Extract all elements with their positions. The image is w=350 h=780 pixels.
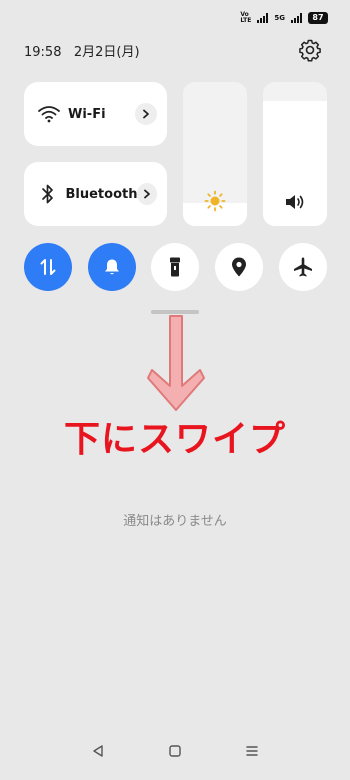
5g-indicator: 5G (274, 14, 285, 22)
date-text: 2月2日(月) (73, 44, 140, 60)
bluetooth-tile[interactable]: Bluetooth (24, 162, 167, 226)
recents-button[interactable] (242, 741, 262, 761)
settings-button[interactable] (298, 38, 322, 62)
bluetooth-label: Bluetooth (65, 186, 138, 202)
clock: 19:58 2月2日(月) (24, 41, 140, 60)
navigation-bar (0, 736, 350, 766)
lte-text: LTE (240, 17, 252, 24)
status-bar: Vo LTE 5G 87 (240, 12, 328, 24)
bell-icon (105, 259, 119, 275)
gear-icon (299, 39, 321, 62)
volume-icon (263, 192, 327, 212)
header-row: 19:58 2月2日(月) (24, 38, 322, 62)
back-icon (93, 745, 104, 757)
bluetooth-icon (38, 183, 58, 205)
wifi-expand-button[interactable] (135, 103, 157, 125)
swipe-down-annotation: 下にスワイプ (63, 419, 286, 460)
notification-sound-toggle[interactable] (88, 243, 136, 291)
arrow-down-icon (147, 315, 205, 411)
airplane-mode-toggle[interactable] (279, 243, 327, 291)
time-text: 19:58 (24, 44, 62, 60)
flashlight-toggle[interactable] (151, 243, 199, 291)
brightness-icon (183, 190, 247, 212)
airplane-icon (294, 257, 312, 277)
volte-indicator: Vo LTE (240, 12, 251, 24)
data-arrows-icon (40, 259, 56, 275)
wifi-label: Wi-Fi (68, 106, 106, 122)
wifi-icon (38, 103, 60, 125)
signal-strength-icon (257, 13, 269, 23)
chevron-right-icon (144, 189, 151, 199)
home-icon (169, 745, 181, 757)
chevron-right-icon (143, 109, 149, 119)
mobile-data-toggle[interactable] (24, 243, 72, 291)
signal-strength-icon-2 (291, 13, 302, 23)
home-button[interactable] (165, 741, 185, 761)
battery-indicator: 87 (308, 12, 328, 24)
no-notifications-text: 通知はありません (123, 514, 227, 529)
location-toggle[interactable] (215, 243, 263, 291)
volume-slider[interactable] (263, 82, 327, 226)
back-button[interactable] (88, 741, 108, 761)
wifi-tile[interactable]: Wi-Fi (24, 82, 167, 146)
menu-icon (245, 746, 258, 756)
flashlight-icon (170, 257, 180, 277)
brightness-slider[interactable] (183, 82, 247, 226)
bluetooth-expand-button[interactable] (137, 183, 157, 205)
location-pin-icon (232, 257, 246, 277)
